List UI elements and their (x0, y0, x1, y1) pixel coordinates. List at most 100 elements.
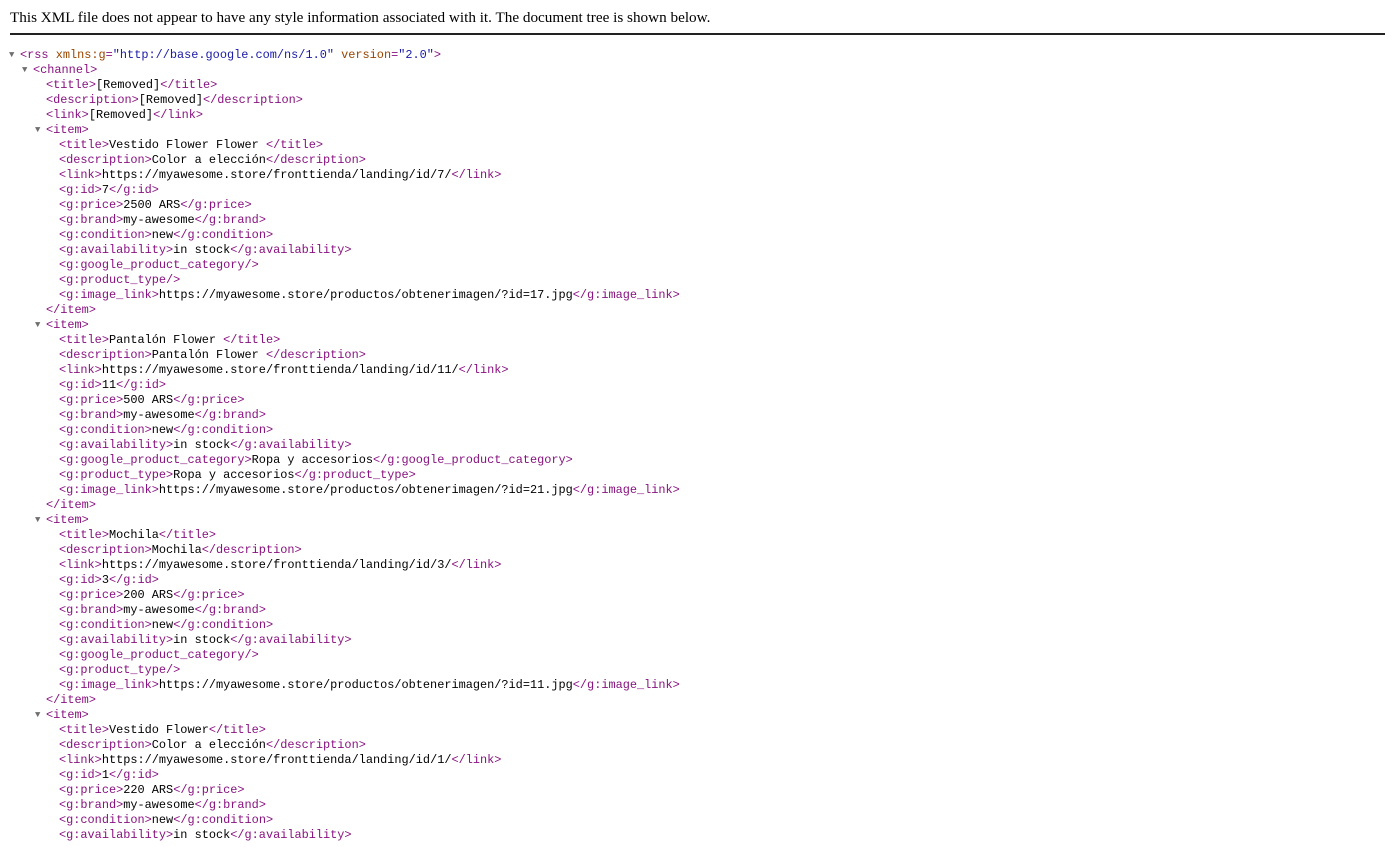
xml-tag: <g:id> (59, 768, 102, 782)
item-price: <g:price>200 ARS</g:price> (0, 588, 1395, 603)
xml-tag: <g:price> (59, 393, 124, 407)
xml-text: in stock (173, 243, 231, 257)
xml-tag: > (433, 48, 442, 62)
xml-text: 11 (101, 378, 117, 392)
xml-tag: <g:price> (59, 588, 124, 602)
xml-tag: </g:price> (173, 588, 245, 602)
xml-tag: </g:product_type> (294, 468, 416, 482)
item-title: <title>Pantalón Flower </title> (0, 333, 1395, 348)
xml-tag: <g:google_product_category/> (59, 258, 259, 272)
xml-tag: </g:availability> (230, 633, 352, 647)
xml-tag: <g:condition> (59, 228, 152, 242)
xml-text: https://myawesome.store/productos/obtene… (158, 678, 573, 692)
item-price: <g:price>2500 ARS</g:price> (0, 198, 1395, 213)
xml-tag: </title> (223, 333, 281, 347)
triangle-down-icon[interactable]: ▼ (22, 63, 31, 78)
xml-tag: <description> (46, 93, 139, 107)
item-description: <description>Mochila</description> (0, 543, 1395, 558)
triangle-down-icon[interactable]: ▼ (35, 708, 44, 723)
item-id: <g:id>7</g:id> (0, 183, 1395, 198)
triangle-down-icon[interactable]: ▼ (9, 48, 18, 63)
xml-tag: <link> (59, 753, 102, 767)
xml-tag: <g:product_type/> (59, 663, 181, 677)
item-price: <g:price>500 ARS</g:price> (0, 393, 1395, 408)
xml-element-item-close: </item> (0, 693, 1395, 708)
item-link: <link>https://myawesome.store/fronttiend… (0, 363, 1395, 378)
xml-tag: </item> (46, 693, 96, 707)
xml-element-rss: ▼ <rss xmlns:g="http://base.google.com/ns… (0, 48, 1395, 63)
item-title: <title>Mochila</title> (0, 528, 1395, 543)
xml-text: Mochila (108, 528, 159, 542)
xml-text: Vestido Flower (108, 723, 209, 737)
xml-tag: </g:brand> (194, 603, 266, 617)
xml-document-tree: ▼ <rss xmlns:g="http://base.google.com/ns… (0, 48, 1395, 843)
item-id: <g:id>3</g:id> (0, 573, 1395, 588)
xml-tag: <g:availability> (59, 633, 174, 647)
xml-text: https://myawesome.store/fronttienda/land… (101, 558, 452, 572)
xml-tag: </g:brand> (194, 798, 266, 812)
xml-text (49, 48, 56, 62)
xml-text: my-awesome (123, 603, 195, 617)
xml-tag: <g:image_link> (59, 483, 159, 497)
triangle-down-icon[interactable]: ▼ (35, 318, 44, 333)
xml-tag: <g:product_type/> (59, 273, 181, 287)
xml-tag: <description> (59, 543, 152, 557)
xml-tag: <g:product_type> (59, 468, 174, 482)
xml-text: Ropa y accesorios (251, 453, 373, 467)
xml-text: in stock (173, 828, 231, 842)
channel-description: <description>[Removed]</description> (0, 93, 1395, 108)
xml-tag: <g:id> (59, 378, 102, 392)
xml-text: Pantalón Flower (151, 348, 266, 362)
xml-tag: </g:google_product_category> (372, 453, 573, 467)
xml-tag: <description> (59, 738, 152, 752)
xml-tag: <g:brand> (59, 603, 124, 617)
xml-tag: </g:image_link> (572, 288, 680, 302)
xml-text: Vestido Flower Flower (108, 138, 266, 152)
triangle-down-icon[interactable]: ▼ (35, 123, 44, 138)
xml-info-message: This XML file does not appear to have an… (10, 9, 711, 26)
item-description: <description>Color a elección</descripti… (0, 153, 1395, 168)
item-brand: <g:brand>my-awesome</g:brand> (0, 408, 1395, 423)
xml-tag: </g:availability> (230, 438, 352, 452)
xml-tag: </description> (203, 93, 303, 107)
xml-text: new (151, 228, 174, 242)
xml-tag: <rss (20, 48, 49, 62)
item-id: <g:id>11</g:id> (0, 378, 1395, 393)
triangle-down-icon[interactable]: ▼ (35, 513, 44, 528)
item-brand: <g:brand>my-awesome</g:brand> (0, 213, 1395, 228)
xml-tag: <g:id> (59, 573, 102, 587)
xml-tag: </g:availability> (230, 828, 352, 842)
xml-text: https://myawesome.store/fronttienda/land… (101, 753, 452, 767)
xml-text: Color a elección (151, 153, 266, 167)
xml-text: https://myawesome.store/fronttienda/land… (101, 168, 452, 182)
item-title: <title>Vestido Flower Flower </title> (0, 138, 1395, 153)
xml-text: in stock (173, 438, 231, 452)
xml-element-channel: ▼ <channel> (0, 63, 1395, 78)
channel-link: <link>[Removed]</link> (0, 108, 1395, 123)
item-google-product-category: <g:google_product_category>Ropa y acceso… (0, 453, 1395, 468)
item-price: <g:price>220 ARS</g:price> (0, 783, 1395, 798)
xml-text: https://myawesome.store/productos/obtene… (158, 288, 573, 302)
xml-tag: </g:id> (116, 378, 167, 392)
item-condition: <g:condition>new</g:condition> (0, 423, 1395, 438)
xml-tag: </g:price> (173, 393, 245, 407)
xml-text: my-awesome (123, 408, 195, 422)
xml-tag: <g:availability> (59, 243, 174, 257)
xml-tag: <link> (59, 558, 102, 572)
xml-text: new (151, 813, 174, 827)
item-brand: <g:brand>my-awesome</g:brand> (0, 798, 1395, 813)
xml-tag: </title> (160, 78, 218, 92)
item-link: <link>https://myawesome.store/fronttiend… (0, 168, 1395, 183)
xml-tag: <g:id> (59, 183, 102, 197)
xml-tag: <g:condition> (59, 813, 152, 827)
item-availability: <g:availability>in stock</g:availability… (0, 438, 1395, 453)
xml-attr-value: "2.0" (398, 48, 434, 62)
item-description: <description>Pantalón Flower </descripti… (0, 348, 1395, 363)
xml-tag: </g:price> (180, 198, 252, 212)
item-image-link: <g:image_link>https://myawesome.store/pr… (0, 678, 1395, 693)
item-product-type: <g:product_type>Ropa y accesorios</g:pro… (0, 468, 1395, 483)
xml-tag: <title> (59, 333, 109, 347)
xml-tag: <g:brand> (59, 408, 124, 422)
xml-tag: <item> (46, 318, 89, 332)
xml-tag: <g:availability> (59, 828, 174, 842)
